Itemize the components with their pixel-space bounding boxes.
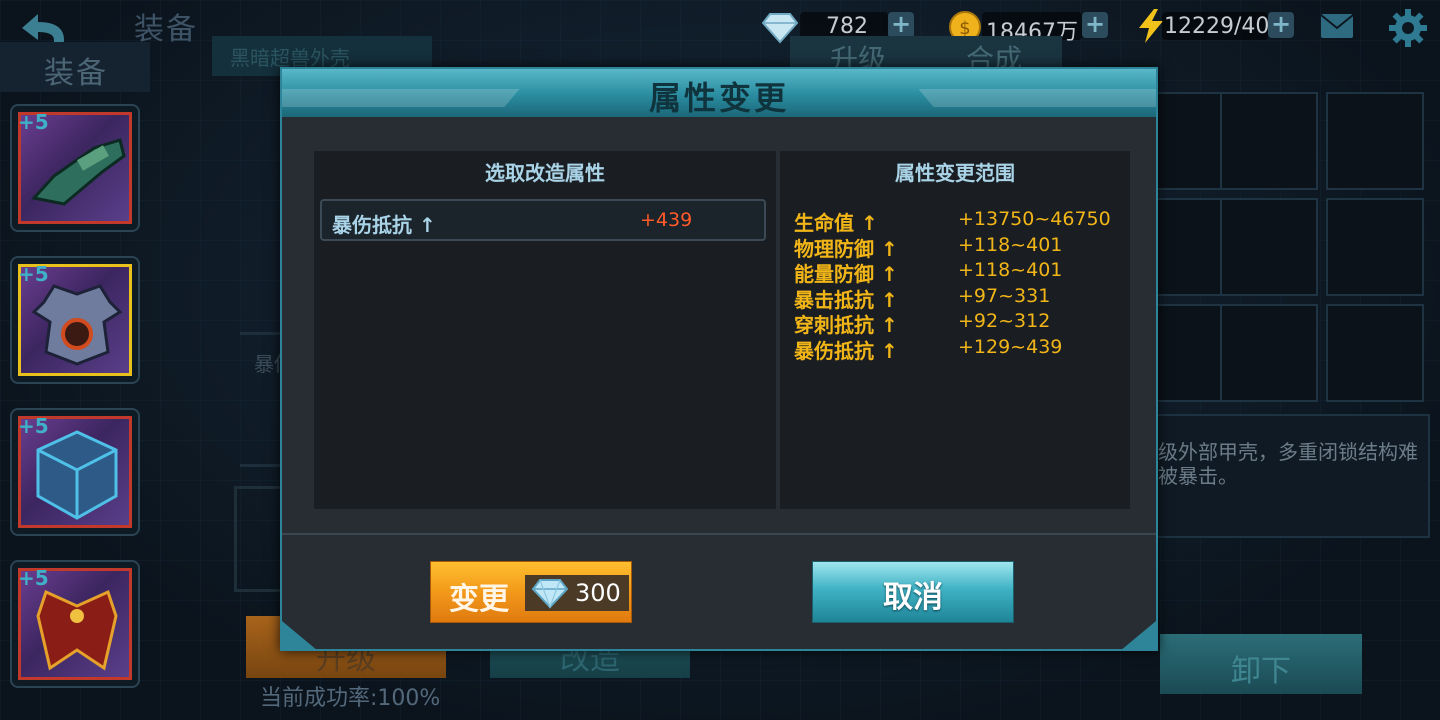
corner-decoration-icon — [1120, 621, 1156, 651]
select-attribute-header: 选取改造属性 — [485, 161, 605, 185]
range-value: +118~401 — [958, 259, 1063, 281]
attribute-value: +439 — [640, 209, 693, 231]
material-cell[interactable] — [1326, 304, 1424, 402]
bg-item-box — [234, 486, 284, 592]
item-description: 级外部甲壳，多重闭锁结构难被暴击。 — [1158, 440, 1418, 488]
equipment-slot[interactable]: +5 — [10, 560, 140, 688]
divider — [240, 464, 284, 467]
diamond-icon — [531, 579, 569, 609]
dialog-divider — [282, 533, 1156, 535]
divider — [240, 332, 284, 335]
range-value: +97~331 — [958, 284, 1051, 307]
range-value: +129~439 — [958, 335, 1063, 358]
range-value: +92~312 — [958, 310, 1051, 332]
select-attribute-panel: 选取改造属性 暴伤抵抗 ↑ +439 — [314, 151, 776, 509]
attribute-change-dialog: 属性变更 选取改造属性 暴伤抵抗 ↑ +439 属性变更范围 生命值 ↑ +13… — [280, 67, 1158, 651]
range-name: 暴伤抵抗 ↑ — [794, 338, 898, 363]
change-cost: 300 — [575, 579, 621, 607]
add-gold-button[interactable]: + — [1082, 12, 1108, 38]
material-cell[interactable] — [1326, 198, 1424, 296]
equipment-slot[interactable]: +5 — [10, 256, 140, 384]
item-description-panel: 级外部甲壳，多重闭锁结构难被暴击。 — [1156, 414, 1430, 538]
equipment-tab-label: 装备 — [44, 56, 108, 91]
cost-box: 300 — [525, 575, 629, 611]
unequip-label: 卸下 — [1231, 654, 1291, 689]
material-cell[interactable] — [1326, 92, 1424, 190]
equipment-tab[interactable]: 装备 — [0, 42, 150, 92]
change-button[interactable]: 变更 300 — [430, 561, 632, 623]
cancel-button[interactable]: 取消 — [812, 561, 1014, 623]
dialog-header: 属性变更 — [282, 69, 1156, 117]
add-energy-button[interactable]: + — [1268, 12, 1294, 38]
equipment-slot[interactable]: +5 — [10, 104, 140, 232]
spiked-armor-icon — [31, 284, 123, 366]
material-grid — [1154, 90, 1430, 406]
success-rate: 当前成功率:100% — [260, 686, 441, 711]
range-value: +118~401 — [958, 233, 1063, 256]
attribute-range-panel: 属性变更范围 生命值 ↑ +13750~46750 物理防御 ↑ +118~40… — [780, 151, 1130, 509]
cube-module-icon — [36, 430, 118, 520]
unequip-button[interactable]: 卸下 — [1160, 634, 1362, 694]
gear-icon[interactable] — [1388, 8, 1428, 52]
range-value: +13750~46750 — [958, 208, 1111, 230]
attribute-option[interactable]: 暴伤抵抗 ↑ +439 — [320, 199, 766, 241]
attribute-name: 暴伤抵抗 ↑ — [332, 213, 436, 237]
change-label: 变更 — [449, 582, 509, 617]
corner-decoration-icon — [282, 621, 318, 651]
dialog-title: 属性变更 — [648, 79, 789, 117]
equipment-slot[interactable]: +5 — [10, 408, 140, 536]
attribute-range-header: 属性变更范围 — [895, 161, 1015, 185]
material-cell[interactable] — [1220, 304, 1318, 402]
material-cell[interactable] — [1220, 92, 1318, 190]
cancel-label: 取消 — [883, 580, 943, 615]
winged-cloak-icon — [36, 589, 118, 671]
material-cell[interactable] — [1220, 198, 1318, 296]
add-diamond-button[interactable]: + — [888, 12, 914, 38]
energy-count: 12229/400 — [1164, 14, 1284, 39]
mail-icon[interactable] — [1320, 12, 1354, 44]
gun-gauntlet-icon — [31, 138, 126, 206]
